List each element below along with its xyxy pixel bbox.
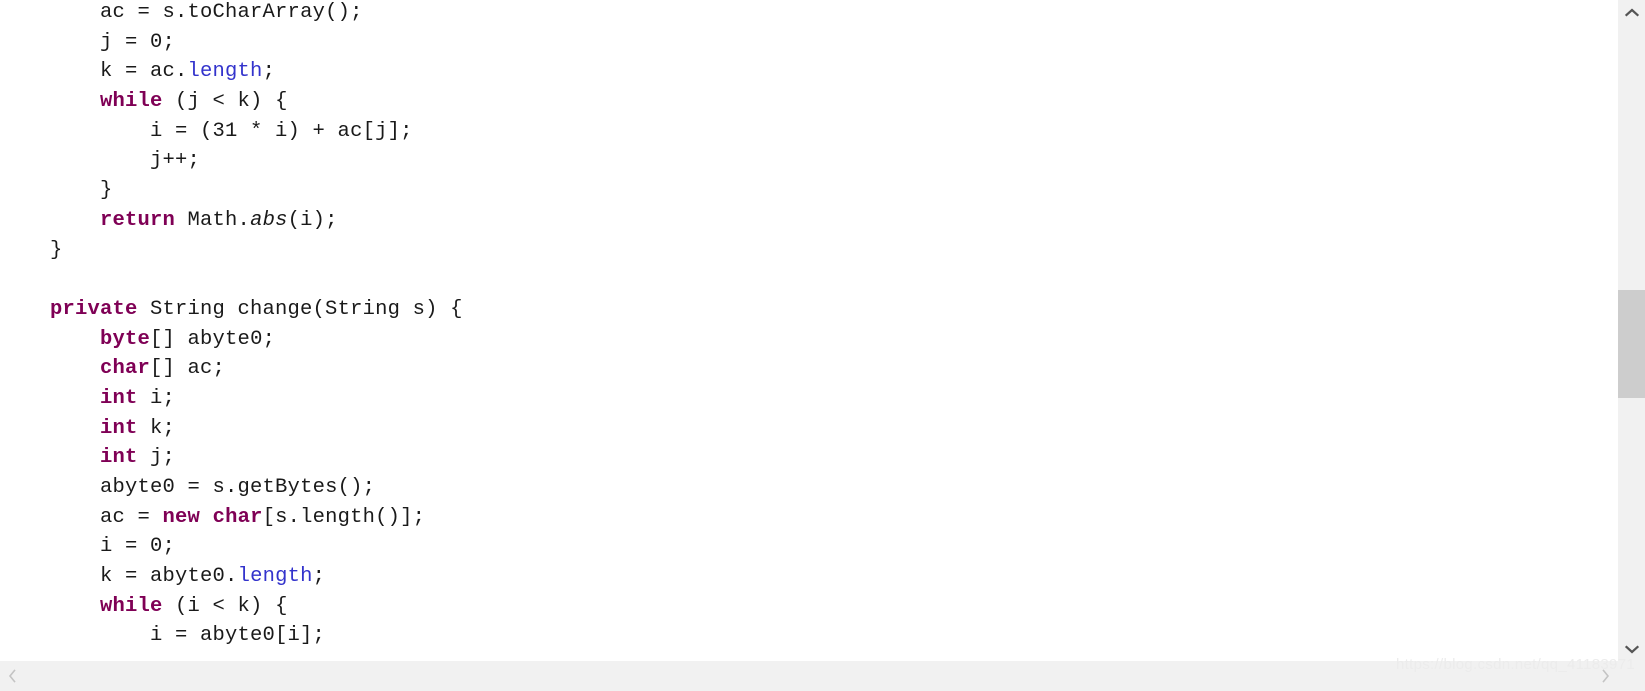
code-token: char <box>212 505 263 529</box>
code-token: while <box>100 594 163 618</box>
code-line: i = abyte0[i]; <box>0 621 1617 651</box>
code-token: k; <box>137 416 176 440</box>
code-viewer-window: ac = s.toCharArray(); j = 0; k = ac.leng… <box>0 0 1645 691</box>
code-token: [] ac; <box>150 357 226 381</box>
code-line: ac = s.toCharArray(); <box>0 0 1617 28</box>
code-token: int <box>100 416 138 440</box>
code-token: int <box>100 446 138 470</box>
vertical-scrollbar[interactable] <box>1617 0 1645 661</box>
code-line: return Math.abs(i); <box>0 206 1617 236</box>
code-line: int j; <box>0 443 1617 473</box>
code-line: while (i < k) { <box>0 592 1617 622</box>
scrollbar-corner <box>1617 661 1645 691</box>
code-token: i; <box>137 386 176 410</box>
code-token: abyte0 = s.getBytes(); <box>100 476 376 499</box>
code-token: new <box>162 505 201 529</box>
code-token: j; <box>137 446 176 470</box>
scroll-up-button[interactable] <box>1618 0 1645 24</box>
code-token: int <box>100 386 138 410</box>
code-line: j = 0; <box>0 28 1617 58</box>
code-line: char[] ac; <box>0 354 1617 384</box>
code-line: ac = new char[s.length()]; <box>0 503 1617 533</box>
scroll-down-button[interactable] <box>1618 637 1645 661</box>
code-line: j++; <box>0 146 1617 176</box>
code-token: (j < k) { <box>162 90 288 114</box>
scroll-right-button[interactable] <box>1593 661 1617 691</box>
code-token: i = 0; <box>100 535 176 559</box>
code-line: i = 0; <box>0 532 1617 562</box>
code-token: (i < k) { <box>162 594 288 618</box>
code-token: k = abyte0. <box>100 565 238 589</box>
code-token: k = ac. <box>100 60 188 84</box>
code-token: [] abyte0; <box>150 327 276 351</box>
code-token: ; <box>262 60 276 84</box>
code-token: i = abyte0[i]; <box>150 624 326 648</box>
code-line: private String change(String s) { <box>0 295 1617 325</box>
code-token: length <box>237 565 313 589</box>
code-line: int k; <box>0 414 1617 444</box>
code-token: ; <box>312 565 326 589</box>
chevron-down-icon <box>1625 644 1639 654</box>
code-line: byte[] abyte0; <box>0 325 1617 355</box>
code-line: } <box>0 176 1617 206</box>
code-token: ac = s.toCharArray(); <box>100 1 363 24</box>
code-token: j++; <box>150 149 201 173</box>
code-line: } <box>0 236 1617 266</box>
code-token: } <box>100 179 113 203</box>
code-pane[interactable]: ac = s.toCharArray(); j = 0; k = ac.leng… <box>0 0 1617 661</box>
code-token: [s.length()]; <box>262 505 426 529</box>
code-token: return <box>100 208 176 232</box>
code-line: i = (31 * i) + ac[j]; <box>0 117 1617 147</box>
code-token: ac = <box>100 505 163 529</box>
code-token: char <box>100 357 151 381</box>
code-token: Math. <box>175 208 251 232</box>
code-line: while (j < k) { <box>0 87 1617 117</box>
code-token: } <box>50 238 63 262</box>
chevron-left-icon <box>8 669 17 683</box>
code-token: j = 0; <box>100 30 176 54</box>
chevron-right-icon <box>1601 669 1610 683</box>
chevron-up-icon <box>1625 8 1639 17</box>
source-code-block[interactable]: ac = s.toCharArray(); j = 0; k = ac.leng… <box>0 0 1617 651</box>
code-line: abyte0 = s.getBytes(); <box>0 473 1617 503</box>
code-token: byte <box>100 327 151 351</box>
code-line: k = ac.length; <box>0 57 1617 87</box>
code-line: int i; <box>0 384 1617 414</box>
code-token: (i); <box>287 208 338 232</box>
code-token: i = (31 * i) + ac[j]; <box>150 119 413 143</box>
code-token: abs <box>250 208 288 232</box>
code-line: k = abyte0.length; <box>0 562 1617 592</box>
code-token: String change(String s) { <box>137 297 463 321</box>
vertical-scrollbar-thumb[interactable] <box>1618 290 1645 398</box>
code-token: while <box>100 90 163 114</box>
horizontal-scrollbar[interactable] <box>0 661 1645 691</box>
scroll-left-button[interactable] <box>0 661 24 691</box>
code-token: length <box>187 60 263 84</box>
code-token: private <box>50 297 138 321</box>
